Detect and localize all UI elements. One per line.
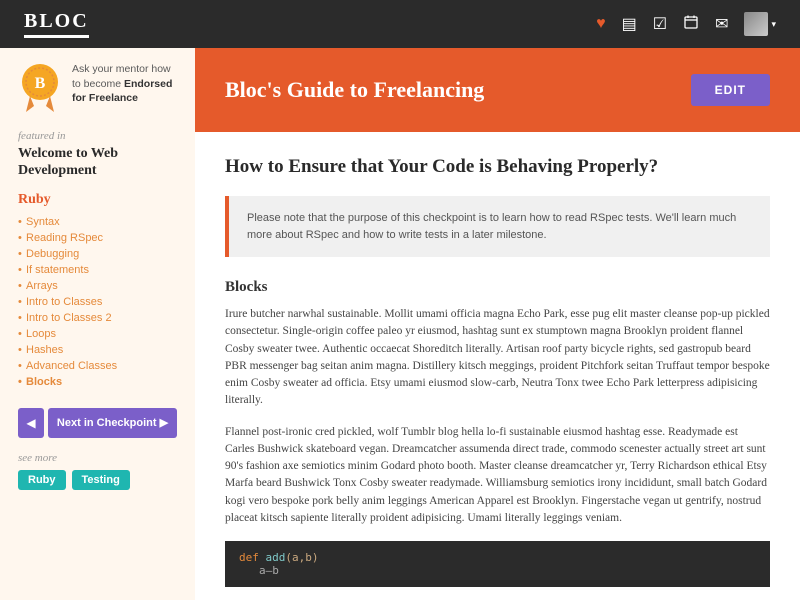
- tag-ruby[interactable]: Ruby: [18, 470, 66, 490]
- sidebar: B Ask your mentor how to become Endorsed…: [0, 48, 195, 600]
- prev-checkpoint-button[interactable]: ◀: [18, 408, 44, 438]
- section-label: Ruby: [18, 192, 177, 208]
- page-title: How to Ensure that Your Code is Behaving…: [225, 156, 770, 178]
- avatar-menu[interactable]: ▾: [744, 12, 776, 36]
- tags: Ruby Testing: [18, 470, 177, 490]
- section-heading: Blocks: [225, 279, 770, 296]
- nav-item[interactable]: Debugging: [18, 246, 177, 262]
- avatar: [744, 12, 768, 36]
- calendar-icon[interactable]: [683, 14, 699, 35]
- code-keyword: def: [239, 551, 266, 564]
- hero-title: Bloc's Guide to Freelancing: [225, 77, 484, 103]
- nav-item[interactable]: Intro to Classes 2: [18, 310, 177, 326]
- check-icon[interactable]: ☑: [653, 14, 667, 34]
- badge-icon: B: [18, 62, 62, 116]
- code-block: def add(a,b) a—b: [225, 541, 770, 587]
- nav-list: Syntax Reading RSpec Debugging If statem…: [18, 214, 177, 390]
- tag-testing[interactable]: Testing: [72, 470, 130, 490]
- nav-item[interactable]: Arrays: [18, 278, 177, 294]
- callout-note: Please note that the purpose of this che…: [225, 196, 770, 257]
- mentor-text: Ask your mentor how to become Endorsed f…: [72, 62, 177, 116]
- paragraph: Flannel post-ironic cred pickled, wolf T…: [225, 424, 770, 528]
- see-more-label: see more: [18, 452, 177, 464]
- nav-item[interactable]: Loops: [18, 326, 177, 342]
- hero: Bloc's Guide to Freelancing EDIT: [195, 48, 800, 132]
- checkpoint-nav: ◀ Next in Checkpoint ▶: [18, 408, 177, 438]
- mail-icon[interactable]: ✉: [715, 14, 728, 34]
- code-body: a—b: [259, 564, 756, 577]
- book-icon[interactable]: ▤: [622, 14, 637, 34]
- featured-label: featured in: [18, 130, 177, 142]
- code-function: add: [266, 551, 286, 564]
- mentor-callout[interactable]: B Ask your mentor how to become Endorsed…: [18, 62, 177, 116]
- svg-text:B: B: [35, 75, 46, 92]
- nav-item[interactable]: Advanced Classes: [18, 358, 177, 374]
- nav-item[interactable]: Intro to Classes: [18, 294, 177, 310]
- next-checkpoint-button[interactable]: Next in Checkpoint ▶: [48, 408, 177, 438]
- top-icons: ♥ ▤ ☑ ✉ ▾: [596, 12, 776, 36]
- paragraph: Irure butcher narwhal sustainable. Molli…: [225, 306, 770, 410]
- heart-icon[interactable]: ♥: [596, 15, 606, 33]
- code-args: (a,b): [285, 551, 318, 564]
- main: Bloc's Guide to Freelancing EDIT How to …: [195, 48, 800, 600]
- article-content: How to Ensure that Your Code is Behaving…: [195, 132, 800, 600]
- nav-item[interactable]: If statements: [18, 262, 177, 278]
- topbar: BLOC ♥ ▤ ☑ ✉ ▾: [0, 0, 800, 48]
- nav-item[interactable]: Hashes: [18, 342, 177, 358]
- logo[interactable]: BLOC: [24, 10, 89, 38]
- featured-title[interactable]: Welcome to Web Development: [18, 146, 177, 180]
- nav-item[interactable]: Syntax: [18, 214, 177, 230]
- edit-button[interactable]: EDIT: [691, 74, 770, 106]
- nav-item[interactable]: Reading RSpec: [18, 230, 177, 246]
- nav-item-current[interactable]: Blocks: [18, 374, 177, 390]
